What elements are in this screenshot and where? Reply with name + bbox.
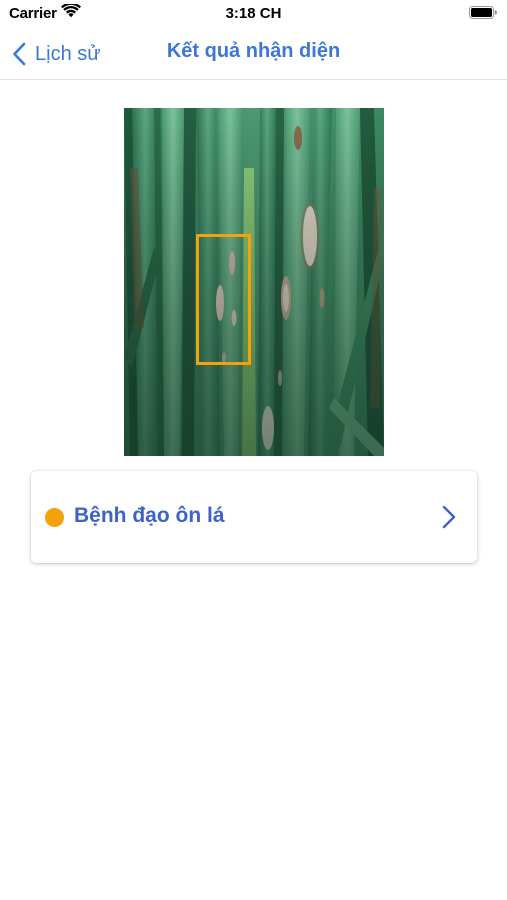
page-title: Kết quả nhận diện (166, 40, 341, 62)
status-bar: Carrier 3:18 CH (0, 0, 507, 30)
rice-leaf-photo (124, 108, 384, 456)
analyzed-photo (124, 108, 384, 456)
navigation-bar: Lịch sử Kết quả nhận diện (0, 30, 507, 80)
status-dot (45, 508, 64, 527)
result-label: Bệnh đạo ôn lá (74, 504, 225, 527)
battery-icon (469, 6, 497, 19)
chevron-right-icon (442, 505, 456, 529)
result-card[interactable]: Bệnh đạo ôn lá (31, 471, 477, 563)
detection-box (196, 234, 251, 365)
clock: 3:18 CH (225, 5, 282, 22)
